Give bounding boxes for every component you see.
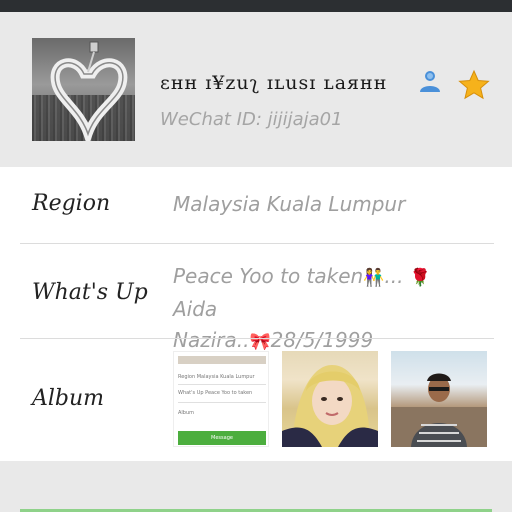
rose-emoji-icon: 🌹 — [409, 268, 432, 288]
album-photo-2[interactable] — [282, 351, 378, 447]
couple-emoji-icon: 👫 — [363, 268, 385, 288]
avatar[interactable] — [32, 38, 135, 141]
person-photo-icon — [391, 373, 487, 447]
whatsup-text-part: ... — [384, 264, 404, 288]
thumb-message-button: Message — [178, 431, 266, 445]
wechat-id: WeChat ID: jijijaja01 — [160, 109, 343, 130]
whatsup-label: What's Up — [32, 280, 148, 305]
whatsup-row[interactable]: What's Up Peace Yoo to taken👫... 🌹 Aida … — [0, 243, 512, 352]
whatsup-text-part: Peace Yoo to taken — [173, 264, 364, 288]
album-photo-1[interactable]: Region Malaysia Kuala Lumpur What's Up P… — [173, 351, 269, 447]
region-label: Region — [32, 191, 111, 216]
thumb-text: What's Up Peace Yoo to taken — [178, 390, 253, 396]
heart-pendant-icon — [50, 41, 128, 141]
whatsup-text-part: Aida — [173, 297, 218, 321]
contact-person-icon[interactable] — [418, 69, 442, 93]
album-label: Album — [32, 386, 105, 411]
selfie-photo-icon — [282, 365, 378, 447]
album-row[interactable]: Album Region Malaysia Kuala Lumpur What'… — [0, 338, 512, 461]
profile-details-card: Region Malaysia Kuala Lumpur What's Up P… — [0, 167, 512, 461]
thumb-text: Album — [178, 410, 195, 416]
region-row[interactable]: Region Malaysia Kuala Lumpur — [0, 167, 512, 243]
profile-header: ɛнн ɪ¥zuʅ ɪʟusɪ ʟaянн WeChat ID: jijijaj… — [0, 12, 512, 167]
thumb-text: Region Malaysia Kuala Lumpur — [178, 374, 255, 380]
thumb-header — [178, 356, 266, 364]
thumb-divider — [178, 402, 266, 403]
bottom-area — [0, 461, 512, 512]
region-value: Malaysia Kuala Lumpur — [173, 192, 406, 216]
album-photo-3[interactable] — [391, 351, 487, 447]
star-icon[interactable] — [458, 69, 490, 101]
status-bar — [0, 0, 512, 12]
display-name: ɛнн ɪ¥zuʅ ɪʟusɪ ʟaянн — [160, 72, 388, 94]
thumb-divider — [178, 384, 266, 385]
